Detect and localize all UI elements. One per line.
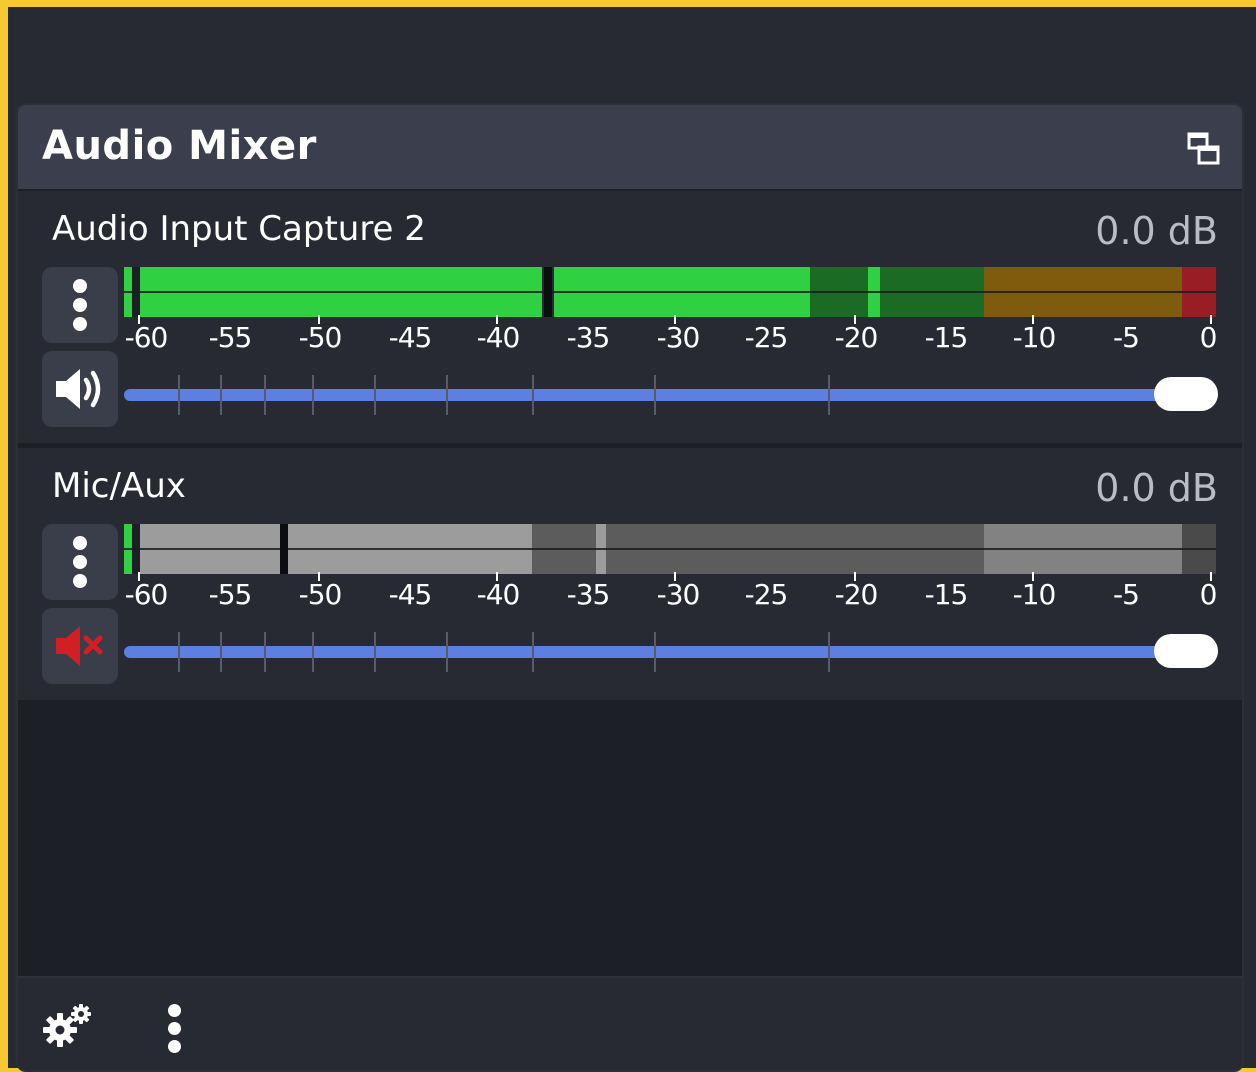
scale-label: -55: [208, 321, 253, 354]
channel-menu-button[interactable]: [42, 524, 118, 600]
meter-scale: -60 -55 -50 -45 -40 -35 -30 -25 -20 -15 …: [124, 572, 1218, 612]
scale-label: -35: [566, 578, 611, 611]
scale-label: -30: [656, 321, 701, 354]
scale-label: -60: [124, 321, 169, 354]
dock-title: Audio Mixer: [42, 123, 317, 169]
vertical-dots-icon: [73, 279, 87, 336]
channel-volume-db: 0.0 dB: [1095, 209, 1218, 253]
audio-mixer-dock: Audio Mixer Audio Input Capture 2 0.0 dB: [16, 103, 1244, 1072]
mixer-channel-audio-input-capture-2: Audio Input Capture 2 0.0 dB -60 -55 -50…: [18, 191, 1242, 443]
scale-label: -10: [1012, 321, 1057, 354]
peak-indicator: [280, 524, 288, 574]
scale-label: -40: [476, 578, 521, 611]
scale-label: -5: [1113, 578, 1140, 611]
speaker-muted-icon: [56, 626, 103, 666]
scale-label: 0: [1199, 321, 1218, 354]
scale-label: -35: [566, 321, 611, 354]
scale-label: 0: [1199, 578, 1218, 611]
peak-indicator: [544, 267, 552, 317]
scale-label: -30: [656, 578, 701, 611]
dock-header: Audio Mixer: [18, 105, 1242, 189]
app-window: Audio Mixer Audio Input Capture 2 0.0 dB: [8, 7, 1256, 1072]
volume-fader[interactable]: [124, 369, 1218, 421]
volume-meter: [124, 267, 1216, 317]
scale-label: -5: [1113, 321, 1140, 354]
float-window-icon[interactable]: [1186, 131, 1222, 167]
mixer-toolbar: [18, 976, 1242, 1070]
speaker-icon: [56, 369, 101, 409]
scale-label: -10: [1012, 578, 1057, 611]
vertical-dots-icon[interactable]: [168, 1004, 182, 1054]
scale-label: -45: [388, 321, 433, 354]
mute-button[interactable]: [42, 608, 118, 684]
scale-label: -25: [744, 321, 789, 354]
gear-icon[interactable]: [42, 1002, 94, 1050]
scale-label: -55: [208, 578, 253, 611]
channel-name: Mic/Aux: [52, 466, 186, 506]
scale-label: -50: [298, 321, 343, 354]
scale-label: -15: [924, 578, 969, 611]
scale-label: -45: [388, 578, 433, 611]
volume-fader[interactable]: [124, 626, 1218, 678]
mute-button[interactable]: [42, 351, 118, 427]
volume-meter: [124, 524, 1216, 574]
channel-name: Audio Input Capture 2: [52, 209, 426, 249]
scale-label: -25: [744, 578, 789, 611]
channel-menu-button[interactable]: [42, 267, 118, 343]
mixer-channel-mic-aux: Mic/Aux 0.0 dB -60 -55 -50 -45 -40 -35 -…: [18, 446, 1242, 700]
scale-label: -20: [834, 321, 879, 354]
scale-label: -15: [924, 321, 969, 354]
fader-handle[interactable]: [1154, 634, 1218, 668]
channel-volume-db: 0.0 dB: [1095, 466, 1218, 510]
scale-label: -40: [476, 321, 521, 354]
scale-label: -50: [298, 578, 343, 611]
fader-handle[interactable]: [1154, 377, 1218, 411]
scale-label: -60: [124, 578, 169, 611]
scale-label: -20: [834, 578, 879, 611]
meter-scale: -60 -55 -50 -45 -40 -35 -30 -25 -20 -15 …: [124, 315, 1218, 355]
vertical-dots-icon: [73, 536, 87, 593]
